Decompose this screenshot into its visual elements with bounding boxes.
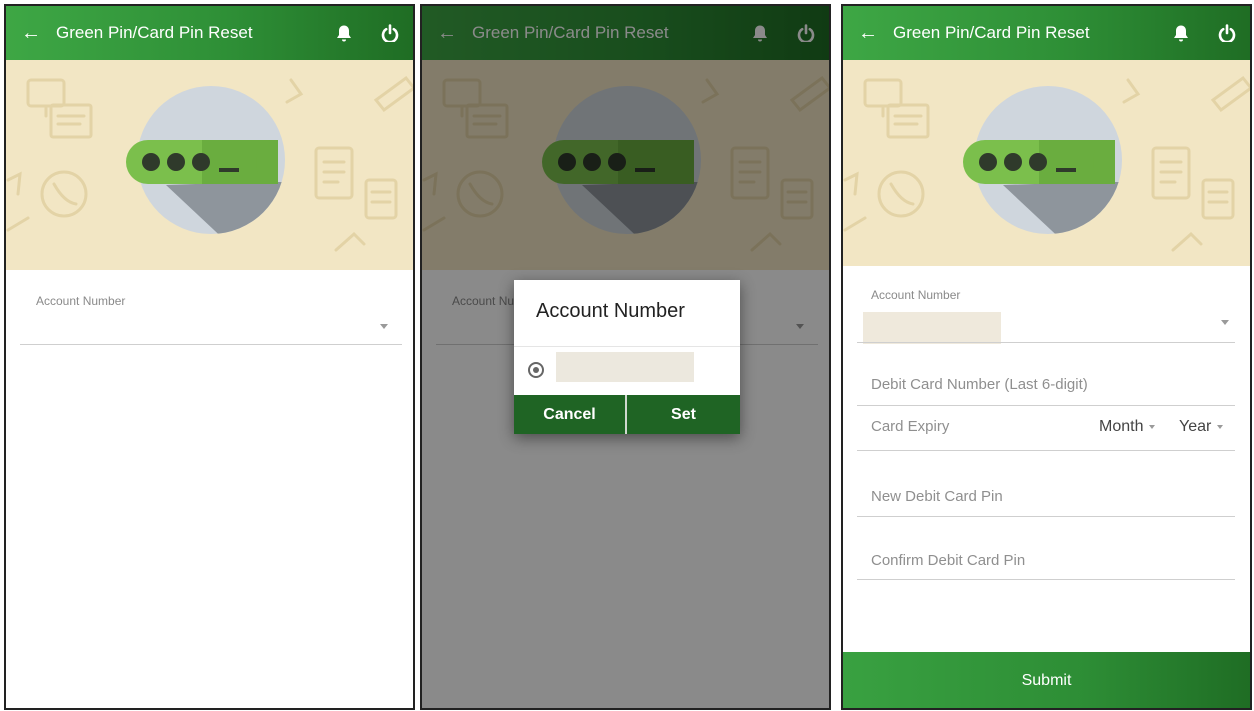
- month-selector[interactable]: Month: [1099, 418, 1156, 436]
- account-option-value[interactable]: [556, 352, 694, 382]
- page-title: Green Pin/Card Pin Reset: [56, 23, 253, 42]
- account-number-value: [863, 312, 1001, 344]
- account-number-label: Account Number: [36, 294, 126, 308]
- bell-icon[interactable]: [321, 6, 367, 60]
- account-number-underline: [20, 344, 402, 345]
- confirm-pin-field[interactable]: Confirm Debit Card Pin: [857, 540, 1235, 580]
- set-button[interactable]: Set: [627, 395, 740, 434]
- chevron-down-icon: [1221, 320, 1229, 325]
- pin-illustration: [843, 60, 1250, 266]
- radio-selected-icon[interactable]: [528, 362, 544, 378]
- confirm-pin-placeholder: Confirm Debit Card Pin: [871, 552, 1026, 569]
- screen-1: ← Green Pin/Card Pin Reset Account Numbe…: [4, 4, 415, 710]
- card-expiry-label: Card Expiry: [871, 418, 950, 435]
- confirm-pin-underline: [857, 579, 1235, 580]
- chevron-down-icon: [1217, 424, 1224, 429]
- chevron-down-icon: [1149, 424, 1156, 429]
- hero-banner: [843, 60, 1250, 266]
- account-number-dropdown[interactable]: [857, 306, 1235, 344]
- screen-2: ← Green Pin/Card Pin Reset Account Numbe…: [420, 4, 831, 710]
- submit-button[interactable]: Submit: [843, 652, 1250, 708]
- app-bar: ← Green Pin/Card Pin Reset: [843, 6, 1250, 60]
- new-pin-placeholder: New Debit Card Pin: [871, 488, 1003, 505]
- page-title: Green Pin/Card Pin Reset: [893, 23, 1090, 42]
- year-selector[interactable]: Year: [1179, 418, 1224, 436]
- year-label: Year: [1179, 418, 1212, 435]
- debit-card-number-placeholder: Debit Card Number (Last 6-digit): [871, 376, 1088, 393]
- back-arrow-icon[interactable]: ←: [6, 6, 56, 60]
- debit-card-number-field[interactable]: Debit Card Number (Last 6-digit): [857, 364, 1235, 404]
- power-icon[interactable]: [367, 6, 413, 60]
- dialog-divider: [514, 346, 740, 347]
- dialog-title: Account Number: [536, 300, 685, 322]
- app-bar: ← Green Pin/Card Pin Reset: [6, 6, 413, 60]
- account-number-underline: [857, 342, 1235, 343]
- new-pin-field[interactable]: New Debit Card Pin: [857, 476, 1235, 516]
- debit-card-underline: [857, 405, 1235, 406]
- screen-3: ← Green Pin/Card Pin Reset Account Numbe…: [841, 4, 1252, 710]
- card-expiry-underline: [857, 450, 1235, 451]
- bell-icon[interactable]: [1158, 6, 1204, 60]
- chevron-down-icon: [380, 324, 388, 329]
- new-pin-underline: [857, 516, 1235, 517]
- account-number-dialog: Account Number Cancel Set: [514, 280, 740, 434]
- pin-illustration: [6, 60, 413, 270]
- hero-banner: [6, 60, 413, 270]
- account-number-dropdown[interactable]: [20, 310, 402, 344]
- power-icon[interactable]: [1204, 6, 1250, 60]
- month-label: Month: [1099, 418, 1144, 435]
- cancel-button[interactable]: Cancel: [514, 395, 625, 434]
- back-arrow-icon[interactable]: ←: [843, 6, 893, 60]
- account-number-label: Account Number: [871, 288, 961, 302]
